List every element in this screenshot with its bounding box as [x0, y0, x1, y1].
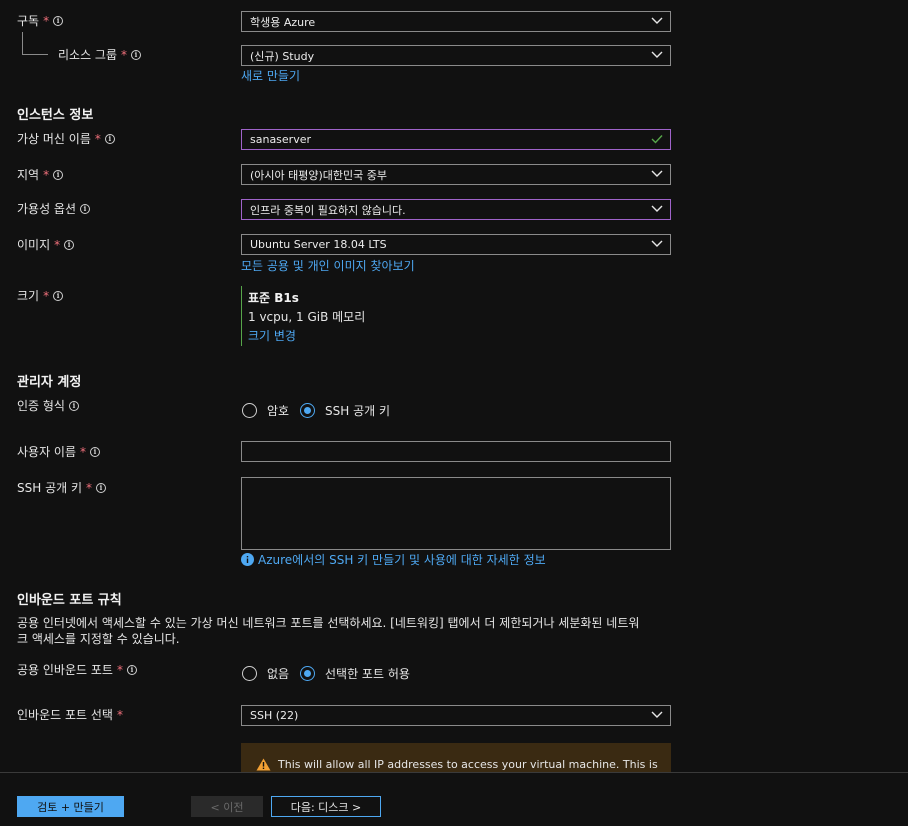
radio-none[interactable]: [242, 666, 257, 681]
inbound-description-line2: 크 액세스를 지정할 수 있습니다.: [17, 632, 180, 646]
browse-images-link[interactable]: 모든 공용 및 개인 이미지 찾아보기: [241, 257, 415, 274]
info-circle-icon: [241, 553, 254, 566]
tree-connector-horizontal: [22, 54, 48, 55]
info-icon[interactable]: i: [126, 664, 137, 675]
create-new-link[interactable]: 새로 만들기: [241, 67, 300, 84]
next-disk-button[interactable]: 다음: 디스크 >: [271, 796, 381, 817]
warning-box: This will allow all IP addresses to acce…: [241, 743, 671, 772]
inbound-description-line1: 공용 인터넷에서 액세스할 수 있는 가상 머신 네트워크 포트를 선택하세요.…: [17, 616, 640, 630]
chevron-down-icon: [651, 205, 663, 212]
inbound-select-label: 인바운드 포트 선택 *: [17, 707, 123, 723]
ssh-info-row: Azure에서의 SSH 키 만들기 및 사용에 대한 자세한 정보: [241, 551, 546, 568]
ssh-info-link[interactable]: Azure에서의 SSH 키 만들기 및 사용에 대한 자세한 정보: [258, 551, 546, 568]
availability-label: 가용성 옵션 i: [17, 200, 91, 217]
vm-name-label: 가상 머신 이름 * i: [17, 130, 115, 147]
warning-text: This will allow all IP addresses to acce…: [278, 758, 658, 771]
chevron-down-icon: [651, 711, 663, 718]
image-label: 이미지 * i: [17, 236, 75, 253]
auth-ssh-option[interactable]: SSH 공개 키: [300, 402, 390, 419]
resource-group-label: 리소스 그룹 * i: [58, 46, 142, 63]
auth-type-label: 인증 형식 i: [17, 397, 79, 414]
warning-icon: [256, 758, 271, 771]
subscription-label: 구독 * i: [17, 12, 64, 29]
chevron-down-icon: [651, 51, 663, 58]
inbound-section-title: 인바운드 포트 규칙: [17, 593, 122, 608]
info-icon[interactable]: i: [53, 169, 64, 180]
radio-ssh[interactable]: [300, 403, 315, 418]
subscription-dropdown[interactable]: 학생용 Azure: [241, 11, 671, 32]
ports-none-option[interactable]: 없음: [242, 665, 289, 682]
inbound-ports-dropdown[interactable]: SSH (22): [241, 705, 671, 726]
chevron-down-icon: [651, 240, 663, 247]
size-label: 크기 * i: [17, 287, 64, 304]
info-icon[interactable]: i: [68, 400, 79, 411]
change-size-link[interactable]: 크기 변경: [248, 327, 296, 344]
ports-allow-option[interactable]: 선택한 포트 허용: [300, 665, 410, 682]
ssh-key-textarea[interactable]: [241, 477, 671, 550]
auth-password-option[interactable]: 암호: [242, 402, 289, 419]
info-icon[interactable]: i: [104, 133, 115, 144]
check-icon: [651, 135, 663, 144]
image-dropdown[interactable]: Ubuntu Server 18.04 LTS: [241, 234, 671, 255]
info-icon[interactable]: i: [96, 482, 107, 493]
vm-name-input[interactable]: sanaserver: [241, 129, 671, 150]
review-create-button[interactable]: 검토 + 만들기: [17, 796, 124, 817]
info-icon[interactable]: i: [64, 239, 75, 250]
info-icon[interactable]: i: [53, 290, 64, 301]
info-icon[interactable]: i: [90, 446, 101, 457]
username-input[interactable]: [241, 441, 671, 462]
info-icon[interactable]: i: [131, 49, 142, 60]
chevron-down-icon: [651, 17, 663, 24]
tree-connector: [22, 32, 23, 54]
availability-dropdown[interactable]: 인프라 중복이 필요하지 않습니다.: [241, 199, 671, 220]
info-icon[interactable]: i: [80, 203, 91, 214]
size-detail: 1 vcpu, 1 GiB 메모리: [248, 310, 366, 324]
ssh-key-label: SSH 공개 키 * i: [17, 479, 107, 496]
radio-allow-selected[interactable]: [300, 666, 315, 681]
info-icon[interactable]: i: [53, 15, 64, 26]
size-name: 표준 B1s: [248, 291, 299, 305]
admin-section-title: 관리자 계정: [17, 375, 82, 390]
region-label: 지역 * i: [17, 166, 64, 183]
region-dropdown[interactable]: (아시아 태평양)대한민국 중부: [241, 164, 671, 185]
radio-password[interactable]: [242, 403, 257, 418]
footer-bar: 검토 + 만들기 < 이전 다음: 디스크 >: [0, 772, 908, 826]
previous-button[interactable]: < 이전: [191, 796, 263, 817]
size-accent-bar: [241, 286, 242, 346]
username-label: 사용자 이름 * i: [17, 443, 101, 460]
chevron-down-icon: [651, 170, 663, 177]
resource-group-dropdown[interactable]: (신규) Study: [241, 45, 671, 66]
public-ports-label: 공용 인바운드 포트 * i: [17, 661, 137, 678]
instance-section-title: 인스턴스 정보: [17, 108, 94, 123]
